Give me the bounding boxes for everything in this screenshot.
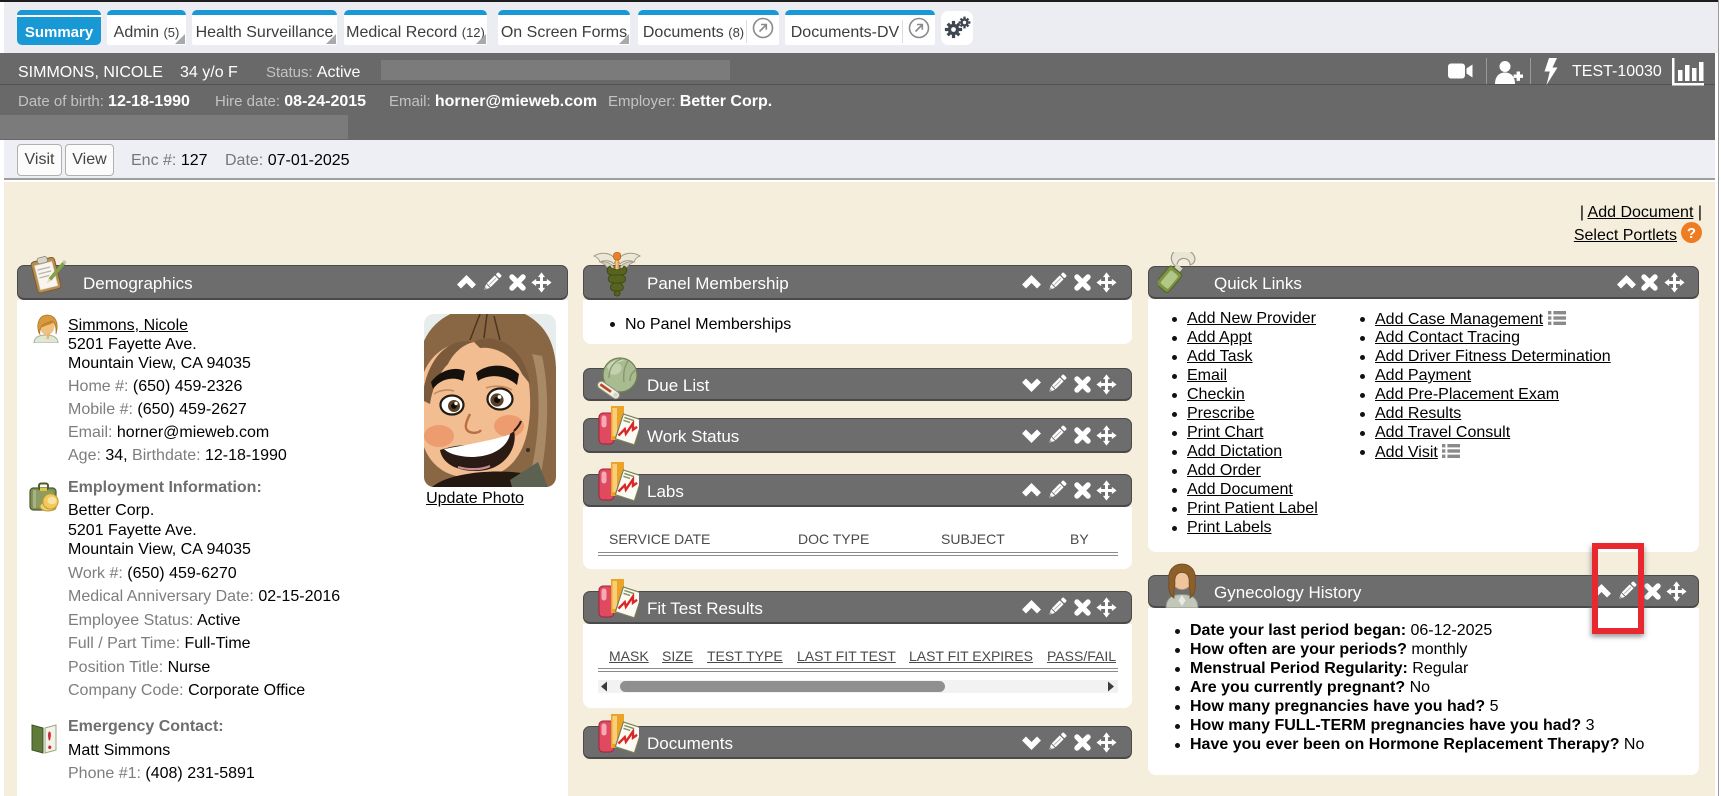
svg-text:?: ? bbox=[1687, 225, 1696, 242]
